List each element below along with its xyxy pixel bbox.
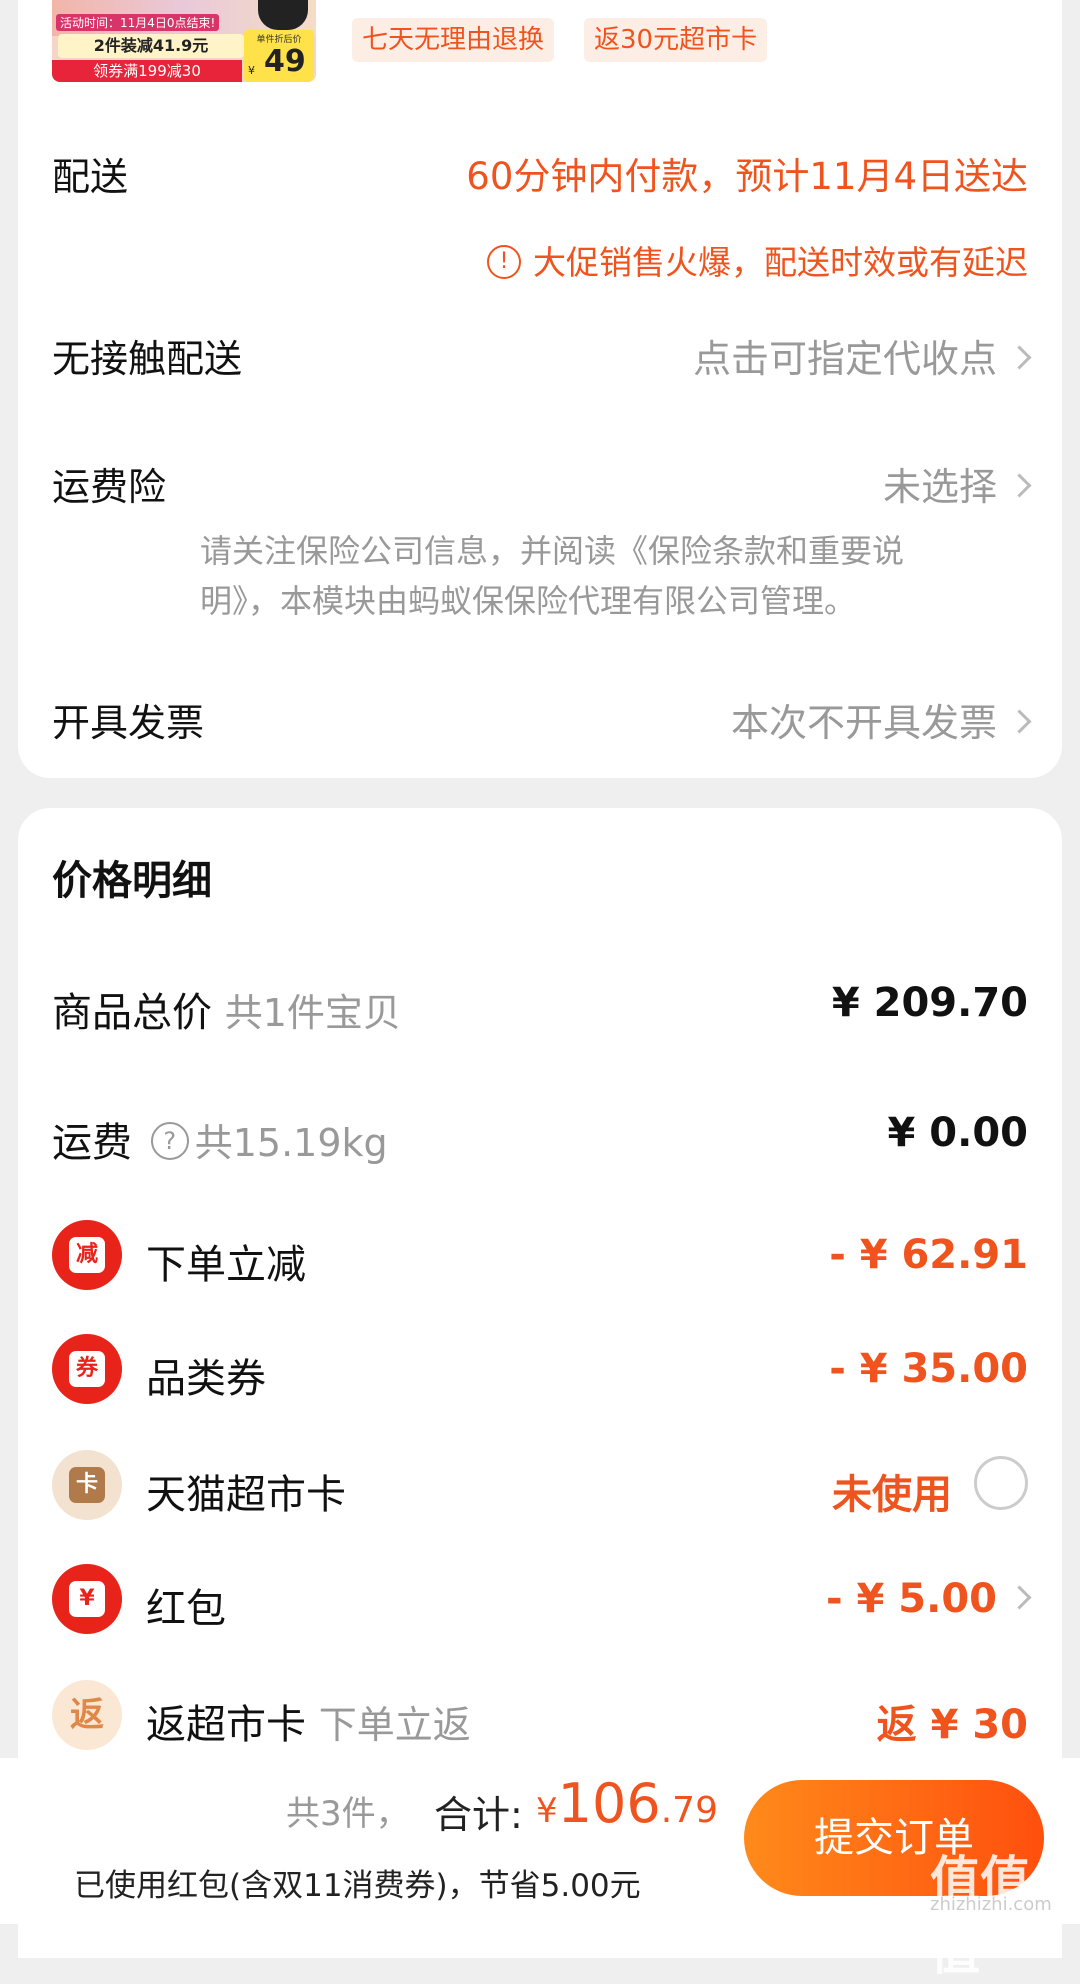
- category-coupon-label: 品类券: [146, 1356, 266, 1402]
- category-coupon-value: - ¥ 35.00: [829, 1346, 1028, 1392]
- contactless-value: 点击可指定代收点: [692, 337, 997, 381]
- supermarket-card-glyph: 卡: [69, 1467, 105, 1503]
- cashback-badge: 返30元超市卡: [584, 18, 768, 62]
- shipping-insurance-label: 运费险: [52, 465, 167, 509]
- thumbnail-price-box: 单件折后价 ¥ 49: [244, 30, 314, 82]
- warning-icon: !: [487, 244, 521, 279]
- order-options-card: [18, 0, 1062, 778]
- savings-text: 已使用红包(含双11消费券)，节省5.00元: [74, 1868, 641, 1904]
- instant-discount-icon: 减: [52, 1220, 122, 1290]
- shipping-weight: 共15.19kg: [194, 1121, 388, 1165]
- contactless-selector[interactable]: 点击可指定代收点: [692, 328, 1032, 383]
- shipping-insurance-value: 未选择: [882, 465, 997, 509]
- goods-count: 共1件宝贝: [224, 991, 401, 1035]
- cashback-card-label: 返超市卡: [146, 1702, 306, 1748]
- watermark: 值值值: [930, 1851, 1030, 1981]
- delivery-estimate: 60分钟内付款，预计11月4日送达: [466, 155, 1028, 198]
- product-thumbnail[interactable]: 活动时间：11月4日0点结束! 2件装减41.9元 领券满199减30 单件折后…: [52, 0, 316, 82]
- tmall-cat-icon: [258, 0, 308, 30]
- red-packet-value: - ¥ 5.00: [826, 1576, 997, 1622]
- thumbnail-activity-time: 活动时间：11月4日0点结束!: [56, 14, 220, 31]
- instant-discount-label: 下单立减: [146, 1242, 306, 1288]
- total-decimal: .79: [660, 1790, 718, 1831]
- item-count: 共3件，: [286, 1794, 410, 1834]
- red-packet-icon: ¥: [52, 1564, 122, 1634]
- shipping-fee-label: 运费: [52, 1120, 132, 1166]
- supermarket-card-icon: 卡: [52, 1450, 122, 1520]
- shipping-insurance-selector[interactable]: 未选择: [882, 456, 1032, 511]
- instant-discount-value: - ¥ 62.91: [829, 1232, 1028, 1278]
- category-coupon-glyph: 券: [69, 1351, 105, 1387]
- red-packet-glyph: ¥: [69, 1581, 105, 1617]
- shipping-fee-row: 运费 ? 共15.19kg: [52, 1110, 388, 1168]
- watermark-url: zhizhizhi.com: [930, 1894, 1052, 1915]
- insurance-note-line1: 请关注保险公司信息，并阅读《保险条款和重要说: [200, 532, 905, 570]
- chevron-right-icon: [1007, 345, 1032, 370]
- total-amount: ¥106.79: [536, 1772, 718, 1835]
- goods-total-row: 商品总价 共1件宝贝: [52, 980, 401, 1038]
- insurance-note-line2: 明》，本模块由蚂蚁保保险代理有限公司管理。: [200, 582, 857, 620]
- red-packet-label: 红包: [146, 1586, 226, 1632]
- return-policy-badge: 七天无理由退换: [352, 18, 555, 62]
- delivery-label: 配送: [52, 155, 129, 199]
- delivery-notice: ! 大促销售火爆，配送时效或有延迟: [487, 236, 1028, 284]
- goods-total-value: ¥ 209.70: [831, 980, 1028, 1026]
- cashback-card-sub: 下单立返: [318, 1703, 471, 1747]
- cashback-card-row: 返超市卡 下单立返: [146, 1692, 471, 1750]
- total-label: 合计:: [434, 1793, 523, 1837]
- invoice-label: 开具发票: [52, 701, 205, 745]
- invoice-selector[interactable]: 本次不开具发票: [730, 692, 1032, 747]
- cashback-card-value: 返 ¥ 30: [876, 1702, 1028, 1748]
- thumbnail-coupon: 领券满199减30: [52, 60, 242, 82]
- thumbnail-price-currency: ¥: [248, 64, 255, 77]
- help-icon[interactable]: ?: [150, 1122, 189, 1160]
- delivery-notice-text: 大促销售火爆，配送时效或有延迟: [533, 243, 1028, 282]
- instant-discount-glyph: 减: [69, 1237, 105, 1273]
- cashback-card-icon: 返: [52, 1680, 122, 1750]
- chevron-right-icon: [1007, 709, 1032, 734]
- category-coupon-icon: 券: [52, 1334, 122, 1404]
- chevron-right-icon: [1007, 1584, 1032, 1610]
- goods-total-label: 商品总价: [52, 990, 212, 1036]
- red-packet-selector[interactable]: - ¥ 5.00: [826, 1576, 1032, 1622]
- thumbnail-price: 49: [264, 44, 306, 79]
- supermarket-card-radio[interactable]: [974, 1456, 1028, 1510]
- price-detail-title: 价格明细: [52, 858, 212, 904]
- thumbnail-deal: 2件装减41.9元: [58, 34, 244, 58]
- insurance-note[interactable]: 请关注保险公司信息，并阅读《保险条款和重要说 明》，本模块由蚂蚁保保险代理有限公…: [200, 526, 904, 626]
- shipping-fee-value: ¥ 0.00: [887, 1110, 1028, 1156]
- supermarket-card-label: 天猫超市卡: [146, 1472, 346, 1518]
- cashback-card-glyph: 返: [70, 1695, 104, 1735]
- chevron-right-icon: [1007, 473, 1032, 498]
- contactless-label: 无接触配送: [52, 337, 243, 381]
- total-currency: ¥: [536, 1791, 558, 1831]
- supermarket-card-status: 未使用: [832, 1472, 952, 1518]
- total-integer: 106: [557, 1772, 661, 1835]
- invoice-value: 本次不开具发票: [730, 701, 997, 745]
